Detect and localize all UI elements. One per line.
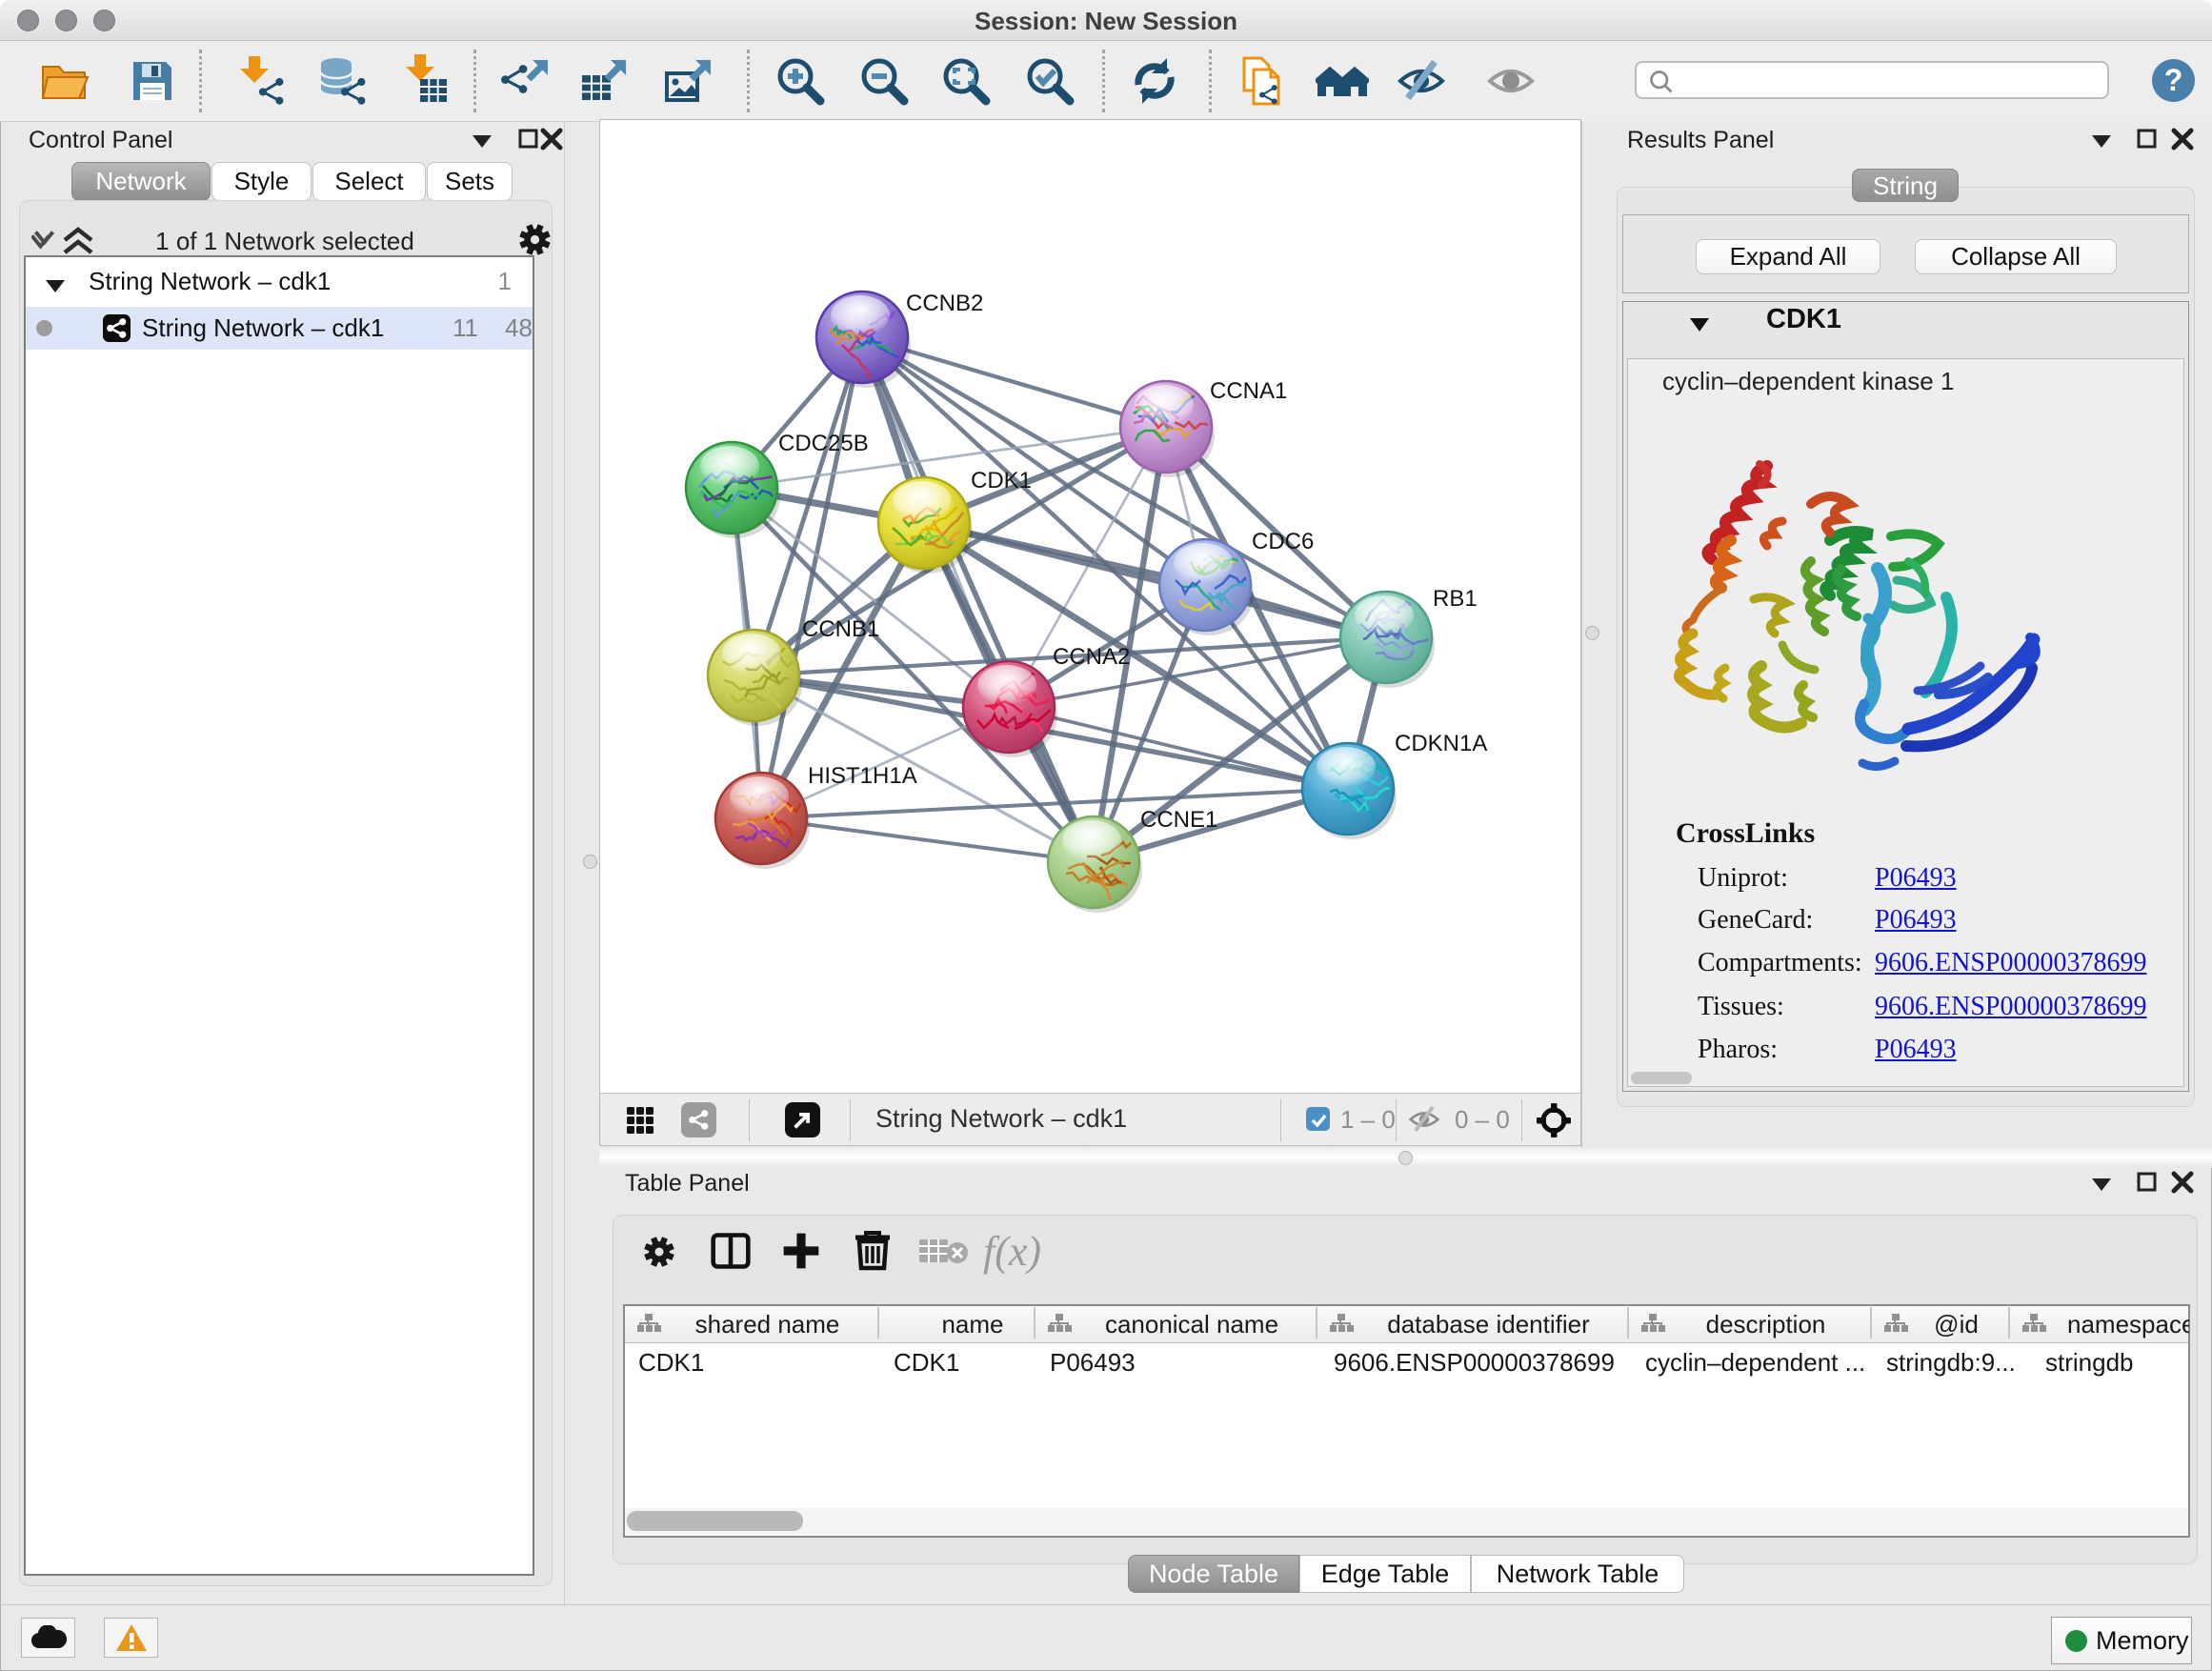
- svg-text:CDK1: CDK1: [971, 468, 1032, 493]
- svg-text:CCNB2: CCNB2: [906, 291, 983, 316]
- svg-text:CDKN1A: CDKN1A: [1395, 731, 1487, 756]
- svg-text:HIST1H1A: HIST1H1A: [808, 763, 917, 789]
- svg-text:CCNA2: CCNA2: [1053, 644, 1130, 670]
- svg-text:CCNA1: CCNA1: [1210, 378, 1287, 404]
- svg-text:CCNE1: CCNE1: [1140, 807, 1217, 833]
- svg-text:CDC25B: CDC25B: [778, 431, 869, 456]
- svg-text:CDC6: CDC6: [1252, 529, 1314, 554]
- svg-text:CCNB1: CCNB1: [802, 616, 879, 642]
- svg-text:RB1: RB1: [1433, 586, 1478, 612]
